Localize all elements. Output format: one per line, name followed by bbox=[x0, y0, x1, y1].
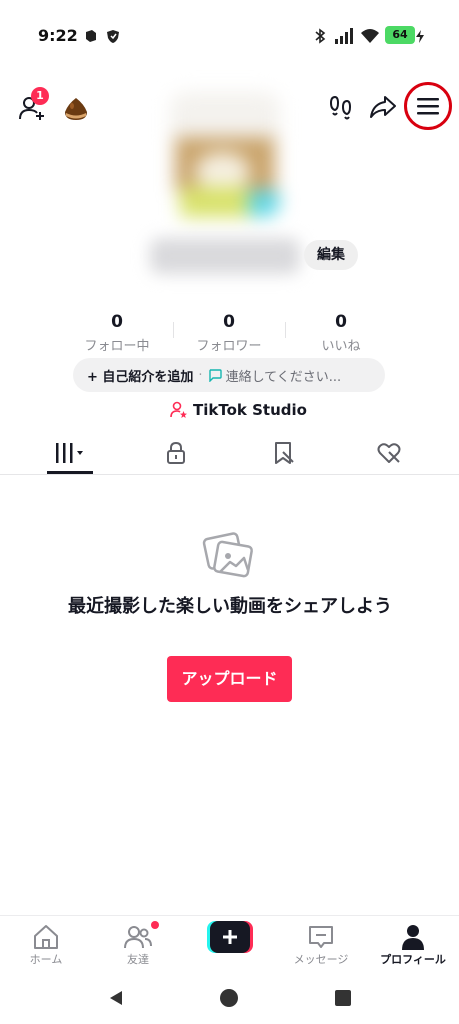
message-icon bbox=[309, 926, 333, 948]
liked-icon bbox=[377, 442, 401, 463]
lock-icon bbox=[167, 441, 185, 464]
grid-icon bbox=[56, 442, 83, 463]
likes-count: 0 bbox=[335, 312, 347, 332]
shield-icon bbox=[107, 30, 119, 43]
photos-icon bbox=[202, 532, 253, 578]
active-tab-indicator bbox=[47, 471, 93, 474]
menu-button[interactable] bbox=[408, 86, 448, 126]
bluetooth-icon bbox=[315, 28, 326, 44]
nav-friends-label: 友達 bbox=[127, 953, 149, 966]
tab-videos[interactable] bbox=[13, 430, 127, 475]
share-profile-button[interactable] bbox=[366, 90, 400, 124]
profile-avatar[interactable] bbox=[170, 92, 280, 217]
nav-messages-label: メッセージ bbox=[293, 953, 349, 966]
followers-count: 0 bbox=[223, 312, 235, 332]
upload-button[interactable]: アップロード bbox=[167, 656, 292, 702]
nav-messages[interactable]: メッセージ bbox=[275, 916, 367, 971]
footprints-icon bbox=[329, 95, 352, 120]
profile-name bbox=[150, 238, 300, 274]
nav-home-label: ホーム bbox=[29, 953, 63, 966]
add-bio-button[interactable]: + 自己紹介を追加 bbox=[87, 366, 193, 385]
likes-stat[interactable]: 0 いいね bbox=[285, 312, 397, 354]
footprints-button[interactable] bbox=[324, 90, 358, 124]
tab-liked[interactable] bbox=[333, 430, 447, 475]
status-bar: 9:22 64 bbox=[0, 0, 459, 72]
nav-profile-label: プロフィール bbox=[380, 953, 446, 966]
tiktok-studio-link[interactable]: TikTok Studio bbox=[170, 398, 307, 422]
content-tabs bbox=[0, 430, 459, 475]
tab-saved[interactable] bbox=[227, 430, 341, 475]
studio-label: TikTok Studio bbox=[193, 401, 307, 419]
bookmark-icon bbox=[275, 441, 294, 464]
battery-level: 64 bbox=[385, 26, 415, 44]
nav-home[interactable]: ホーム bbox=[0, 916, 92, 971]
bio-separator: · bbox=[198, 367, 203, 383]
friends-notification-dot bbox=[151, 921, 159, 929]
friends-icon bbox=[124, 926, 152, 949]
notification-badge: 1 bbox=[31, 87, 49, 105]
home-icon bbox=[34, 925, 58, 949]
charging-icon bbox=[416, 30, 424, 43]
signal-icon bbox=[335, 28, 353, 44]
profile-icon bbox=[402, 925, 424, 950]
following-count: 0 bbox=[111, 312, 123, 332]
app-notification-icon bbox=[86, 30, 96, 42]
create-plus-icon[interactable] bbox=[207, 921, 253, 953]
contact-link[interactable]: 連絡してください... bbox=[226, 366, 342, 385]
bio-bar[interactable]: + 自己紹介を追加 · 連絡してください... bbox=[73, 358, 385, 392]
status-time: 9:22 bbox=[38, 26, 78, 45]
tab-private[interactable] bbox=[119, 430, 233, 475]
studio-person-star-icon bbox=[170, 401, 187, 418]
chat-bubble-icon bbox=[208, 369, 222, 382]
recents-icon[interactable] bbox=[334, 989, 352, 1007]
followers-label: フォロワー bbox=[196, 339, 262, 354]
system-navigation-bar bbox=[0, 980, 459, 1024]
share-arrow-icon bbox=[370, 96, 396, 118]
wifi-icon bbox=[361, 29, 379, 43]
back-icon[interactable] bbox=[107, 989, 125, 1007]
empty-state-message: 最近撮影した楽しい動画をシェアしよう bbox=[68, 596, 392, 617]
home-circle-icon[interactable] bbox=[219, 988, 239, 1008]
following-stat[interactable]: 0 フォロー中 bbox=[61, 312, 173, 354]
chestnut-emoji[interactable] bbox=[60, 94, 92, 124]
hamburger-menu-icon bbox=[417, 98, 439, 115]
nav-profile[interactable]: プロフィール bbox=[367, 916, 459, 971]
edit-profile-button[interactable]: 編集 bbox=[304, 240, 358, 270]
following-label: フォロー中 bbox=[84, 339, 150, 354]
likes-label: いいね bbox=[321, 339, 361, 354]
nav-friends[interactable]: 友達 bbox=[92, 916, 184, 971]
followers-stat[interactable]: 0 フォロワー bbox=[173, 312, 285, 354]
chestnut-icon bbox=[65, 98, 87, 120]
